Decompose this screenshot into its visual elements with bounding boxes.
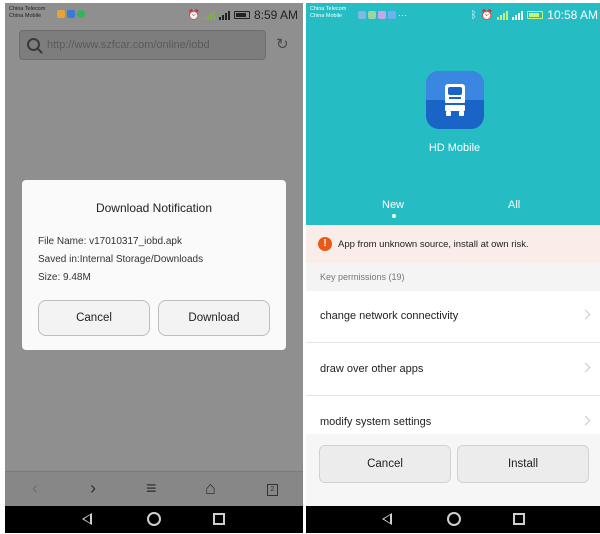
cancel-button[interactable]: Cancel (38, 300, 150, 336)
active-tab-indicator (392, 214, 396, 218)
tab-all[interactable]: All (508, 199, 520, 211)
notification-icon (358, 11, 366, 19)
chevron-right-icon (580, 362, 591, 373)
notification-icon (67, 10, 75, 18)
unknown-source-warning: ! App from unknown source, install at ow… (306, 225, 600, 263)
permission-label: draw over other apps (320, 363, 424, 375)
nav-recents-icon[interactable] (213, 513, 225, 525)
system-nav-bar (306, 506, 600, 533)
notification-icon (388, 11, 396, 19)
chevron-right-icon (580, 309, 591, 320)
signal-icon (203, 10, 215, 20)
bluetooth-icon: ᛒ (470, 9, 477, 21)
url-text: http://www.szfcar.com/online/iobd (47, 39, 210, 51)
permission-label: modify system settings (320, 416, 432, 428)
battery-icon (527, 11, 544, 19)
action-bar: Cancel Install (306, 434, 600, 506)
nav-home-icon[interactable] (147, 512, 161, 526)
carrier-1: China Telecom (310, 6, 347, 12)
status-bar: China Telecom China Mobile ··· ᛒ ⏰ 10:58… (306, 3, 600, 27)
permission-item[interactable]: draw over other apps (306, 344, 600, 396)
reload-icon[interactable]: ↻ (276, 35, 289, 53)
status-bar: China Telecom China Mobile ⏰ 8:59 AM (5, 3, 303, 27)
notification-icon (77, 10, 85, 18)
truck-icon (442, 84, 468, 116)
status-right: ᛒ ⏰ 10:58 AM (471, 8, 598, 22)
carrier-info: China Telecom China Mobile (310, 6, 346, 20)
notification-icon (368, 11, 376, 19)
nav-back-icon[interactable] (82, 513, 92, 525)
file-name: File Name: v17010317_iobd.apk (38, 236, 182, 247)
signal-icon (218, 10, 230, 20)
nav-recents-icon[interactable] (513, 513, 525, 525)
battery-icon (233, 11, 250, 19)
install-button[interactable]: Install (457, 445, 589, 483)
dialog-title: Download Notification (95, 201, 213, 215)
carrier-info: China Telecom China Mobile (9, 6, 45, 20)
forward-icon[interactable]: › (90, 478, 96, 499)
app-name: HD Mobile (428, 142, 481, 154)
alarm-icon: ⏰ (187, 9, 200, 21)
permission-item[interactable]: change network connectivity (306, 291, 600, 343)
installer-screen: China Telecom China Mobile ··· ᛒ ⏰ 10:58… (306, 3, 600, 533)
carrier-2: China Mobile (310, 13, 343, 19)
home-icon[interactable]: ⌂ (205, 478, 216, 499)
menu-icon[interactable]: ≡ (146, 478, 157, 499)
carrier-2: China Mobile (9, 13, 42, 19)
notification-icons: ··· (358, 10, 407, 20)
warning-text: App from unknown source, install at own … (338, 239, 529, 250)
browser-screen: China Telecom China Mobile ⏰ 8:59 AM htt… (5, 3, 303, 533)
browser-toolbar: ‹ › ≡ ⌂ 2 (5, 471, 303, 506)
system-nav-bar (5, 506, 303, 533)
chevron-right-icon (580, 415, 591, 426)
cancel-button[interactable]: Cancel (319, 445, 451, 483)
download-dialog: Download Notification File Name: v170103… (22, 180, 286, 350)
signal-icon (512, 10, 524, 20)
back-icon[interactable]: ‹ (32, 478, 38, 499)
search-icon (27, 38, 40, 51)
file-size: Size: 9.48M (38, 272, 91, 283)
notification-icon (57, 10, 65, 18)
save-location: Saved in:Internal Storage/Downloads (38, 254, 204, 265)
status-right: ⏰ 8:59 AM (188, 8, 298, 22)
alarm-icon: ⏰ (480, 9, 494, 21)
permissions-header: Key permissions (19) (306, 263, 600, 291)
permissions-count: Key permissions (19) (320, 272, 405, 282)
notification-icons (57, 10, 85, 18)
more-icon: ··· (398, 10, 407, 20)
nav-back-icon[interactable] (382, 513, 392, 525)
url-bar[interactable]: http://www.szfcar.com/online/iobd (19, 30, 266, 60)
signal-icon (497, 10, 509, 20)
carrier-1: China Telecom (9, 6, 46, 12)
nav-home-icon[interactable] (447, 512, 461, 526)
app-icon (426, 71, 484, 129)
notification-icon (378, 11, 386, 19)
tab-new[interactable]: New (382, 199, 404, 211)
tabs-icon[interactable]: 2 (267, 484, 278, 496)
clock: 10:58 AM (547, 8, 598, 22)
permission-label: change network connectivity (320, 310, 459, 322)
warning-icon: ! (318, 237, 332, 251)
clock: 8:59 AM (253, 8, 298, 22)
download-button[interactable]: Download (158, 300, 270, 336)
